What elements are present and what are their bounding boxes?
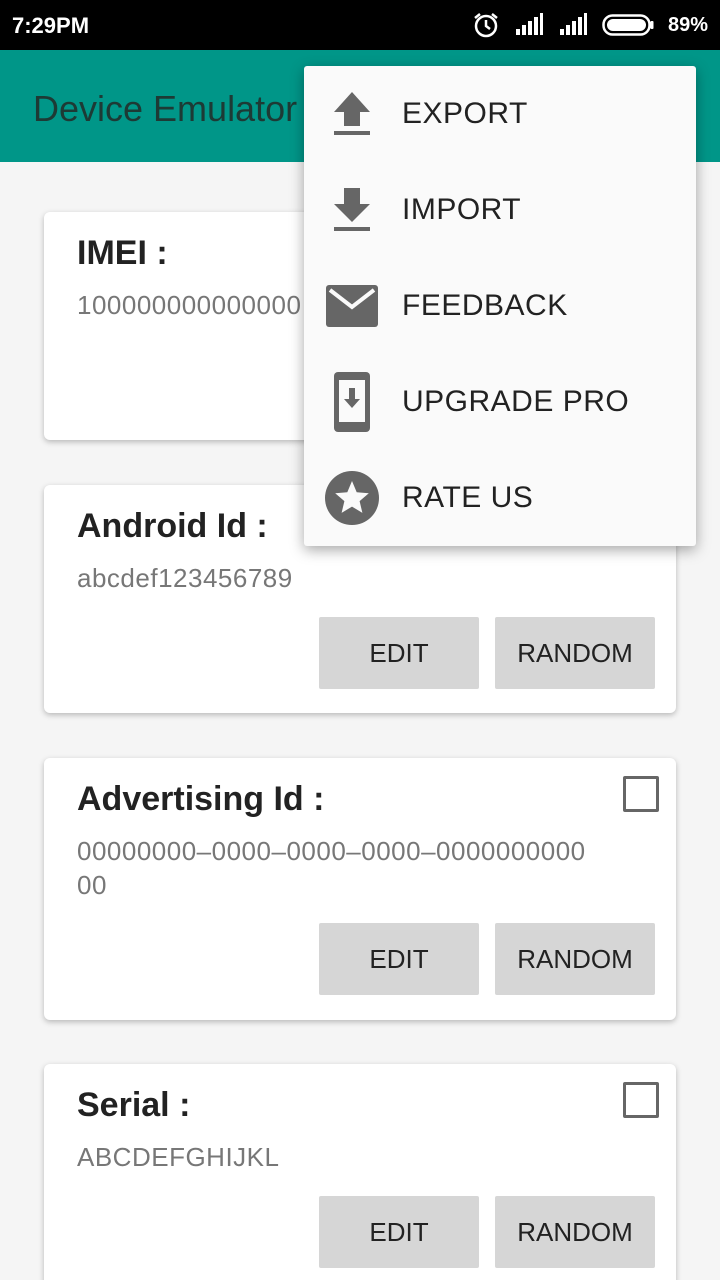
- status-bar: 7:29PM 89%: [0, 0, 720, 50]
- random-button[interactable]: RANDOM: [495, 1196, 655, 1268]
- random-button[interactable]: RANDOM: [495, 923, 655, 995]
- edit-button[interactable]: EDIT: [319, 923, 479, 995]
- menu-item-label: UPGRADE PRO: [402, 385, 630, 418]
- card-label: IMEI :: [77, 234, 168, 272]
- menu-item-label: EXPORT: [402, 97, 528, 130]
- signal-icon: [558, 13, 588, 37]
- card-value-line1: 00000000–0000–0000–0000–0000000000: [77, 836, 586, 866]
- menu-item-export[interactable]: EXPORT: [304, 66, 696, 162]
- card-label: Android Id :: [77, 507, 268, 545]
- signal-icon: [514, 13, 544, 37]
- card-value: 100000000000000: [77, 290, 302, 320]
- menu-item-feedback[interactable]: FEEDBACK: [304, 258, 696, 354]
- battery-percent: 89%: [667, 13, 708, 36]
- edit-button[interactable]: EDIT: [319, 617, 479, 689]
- card-advertising-id: Advertising Id : 00000000–0000–0000–0000…: [44, 758, 676, 1020]
- random-button[interactable]: RANDOM: [495, 617, 655, 689]
- upload-icon: [324, 86, 380, 142]
- battery-icon: [602, 13, 654, 37]
- card-value: abcdef123456789: [77, 563, 293, 593]
- menu-item-label: FEEDBACK: [402, 289, 568, 322]
- card-value: ABCDEFGHIJKL: [77, 1142, 280, 1172]
- card-value-line2: 00: [77, 870, 107, 900]
- page-title: Device Emulator: [33, 88, 298, 129]
- mail-icon: [324, 278, 380, 334]
- alarm-icon: [472, 11, 500, 39]
- status-icons: 89%: [472, 10, 708, 40]
- menu-item-import[interactable]: IMPORT: [304, 162, 696, 258]
- card-label: Serial :: [77, 1086, 191, 1124]
- card-label: Advertising Id :: [77, 780, 325, 818]
- edit-button[interactable]: EDIT: [319, 1196, 479, 1268]
- menu-item-label: RATE US: [402, 481, 534, 514]
- card-checkbox[interactable]: [623, 776, 659, 812]
- card-checkbox[interactable]: [623, 1082, 659, 1118]
- overflow-menu: EXPORT IMPORT FEEDBACK UPGRADE PRO RATE …: [304, 66, 696, 546]
- menu-item-upgrade-pro[interactable]: UPGRADE PRO: [304, 354, 696, 450]
- download-icon: [324, 182, 380, 238]
- status-time: 7:29PM: [12, 13, 90, 38]
- star-circle-icon: [324, 470, 380, 526]
- card-serial: Serial : ABCDEFGHIJKL EDIT RANDOM: [44, 1064, 676, 1280]
- menu-item-label: IMPORT: [402, 193, 522, 226]
- phone-download-icon: [324, 372, 380, 432]
- menu-item-rate-us[interactable]: RATE US: [304, 450, 696, 546]
